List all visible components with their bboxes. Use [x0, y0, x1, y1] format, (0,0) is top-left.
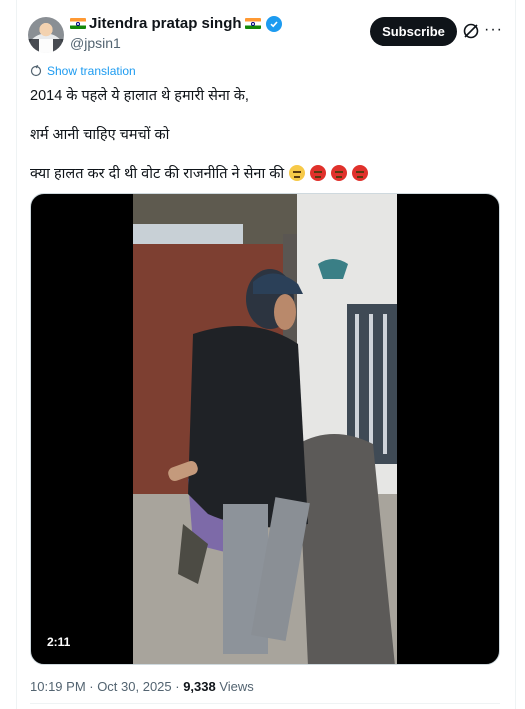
- tweet-text-line: 2014 के पहले ये हालात थे हमारी सेना के,: [30, 88, 249, 104]
- subscribe-button[interactable]: Subscribe: [370, 17, 457, 46]
- angry-face-emoji-icon: [331, 165, 348, 181]
- author-display-name[interactable]: Jitendra pratap singh: [89, 15, 242, 32]
- india-flag-icon: [70, 18, 86, 29]
- grok-icon[interactable]: [462, 22, 480, 40]
- tweet-meta: 10:19 PM · Oct 30, 2025 · 9,338 Views: [30, 679, 254, 694]
- show-translation-link[interactable]: Show translation: [30, 64, 136, 78]
- translate-icon: [30, 65, 42, 77]
- tweet-text-line3: क्या हालत कर दी थी वोट की राजनीति ने सेन…: [30, 166, 285, 182]
- views-count: 9,338: [183, 679, 216, 694]
- video-frame[interactable]: [133, 194, 397, 665]
- video-player[interactable]: 2:11: [30, 193, 500, 665]
- author-name-row[interactable]: Jitendra pratap singh: [70, 15, 282, 32]
- tweet-text-line: शर्म आनी चाहिए चमचों को: [30, 127, 170, 143]
- post-time-date[interactable]: 10:19 PM · Oct 30, 2025 ·: [30, 679, 183, 694]
- angry-face-emoji-icon: [352, 165, 369, 181]
- verified-badge-icon: [265, 15, 282, 32]
- pensive-face-emoji-icon: [289, 165, 306, 181]
- tweet-text-line: क्या हालत कर दी थी वोट की राजनीति ने सेन…: [30, 163, 369, 183]
- video-duration-badge: 2:11: [41, 633, 77, 651]
- india-flag-icon: [244, 18, 261, 29]
- angry-face-emoji-icon: [310, 165, 327, 181]
- divider: [30, 703, 500, 704]
- show-translation-label[interactable]: Show translation: [47, 64, 136, 78]
- more-options-icon[interactable]: ···: [484, 20, 503, 40]
- avatar[interactable]: [28, 17, 64, 53]
- views-label: Views: [215, 679, 254, 694]
- author-handle[interactable]: @jpsin1: [70, 35, 121, 51]
